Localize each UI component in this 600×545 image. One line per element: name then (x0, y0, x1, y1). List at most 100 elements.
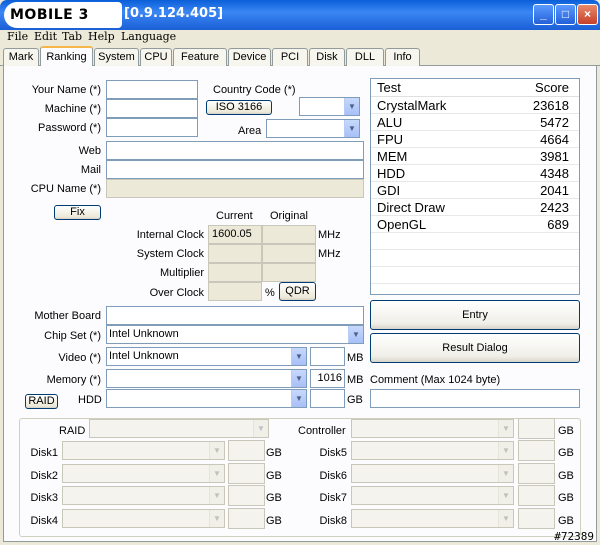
mail-input[interactable] (106, 160, 364, 179)
tab-system[interactable]: System (94, 48, 139, 66)
raid-button[interactable]: RAID (25, 394, 58, 409)
disk6-label: Disk6 (319, 470, 347, 482)
test-name: HDD (377, 166, 406, 181)
tab-cpu[interactable]: CPU (140, 48, 172, 66)
tab-info[interactable]: Info (385, 48, 420, 66)
over-clock-label: Over Clock (149, 287, 204, 299)
chevron-down-icon: ▼ (209, 442, 224, 459)
area-combo[interactable]: ▼ (266, 119, 360, 138)
qdr-button[interactable]: QDR (279, 282, 316, 301)
over-clock-unit: % (265, 287, 275, 299)
disk8-combo: ▼ (351, 509, 514, 528)
table-row[interactable]: Direct Draw 2423 (371, 199, 579, 216)
multiplier-label: Multiplier (159, 267, 204, 279)
tab-pci[interactable]: PCI (272, 48, 308, 66)
result-dialog-button[interactable]: Result Dialog (370, 333, 580, 363)
multiplier-original (262, 263, 316, 282)
your-name-input[interactable] (106, 80, 198, 99)
tab-feature[interactable]: Feature (173, 48, 227, 66)
test-name: GDI (377, 183, 401, 198)
comment-input[interactable] (370, 389, 580, 408)
entry-button[interactable]: Entry (370, 300, 580, 330)
disk2-unit: GB (266, 470, 282, 482)
area-label: Area (238, 125, 262, 137)
table-row[interactable]: CrystalMark 23618 (371, 97, 579, 114)
disk3-label: Disk3 (30, 492, 58, 504)
comment-label: Comment (Max 1024 byte) (370, 374, 501, 386)
mother-board-label: Mother Board (34, 310, 101, 322)
header-test: Test (377, 80, 401, 95)
hdd-combo[interactable]: ▼ (106, 389, 307, 408)
cpu-name-label: CPU Name (*) (30, 183, 101, 195)
table-row[interactable]: FPU 4664 (371, 131, 579, 148)
table-row[interactable]: GDI 2041 (371, 182, 579, 199)
disk4-size (228, 508, 265, 529)
table-row[interactable]: OpenGL 689 (371, 216, 579, 233)
header-score: Score (535, 80, 569, 95)
video-value: Intel Unknown (109, 350, 179, 362)
table-row[interactable]: MEM 3981 (371, 148, 579, 165)
video-label: Video (*) (58, 352, 101, 364)
disk8-unit: GB (558, 515, 574, 527)
disk1-size (228, 440, 265, 461)
internal-clock-current: 1600.05 (208, 225, 262, 244)
system-clock-original (262, 244, 316, 263)
memory-combo[interactable]: ▼ (106, 369, 307, 388)
fix-button[interactable]: Fix (54, 205, 101, 220)
menu-language[interactable]: Language (121, 30, 176, 44)
chip-set-combo[interactable]: Intel Unknown ▼ (106, 325, 364, 344)
disk5-label: Disk5 (319, 447, 347, 459)
test-score: 2423 (540, 200, 569, 215)
minimize-button[interactable]: _ (533, 4, 554, 25)
disk6-size (518, 463, 555, 484)
table-row (371, 267, 579, 284)
test-score: 5472 (540, 115, 569, 130)
raid-label: RAID (59, 425, 86, 437)
menu-file[interactable]: File (7, 30, 28, 44)
mail-label: Mail (80, 164, 101, 176)
menu-help[interactable]: Help (88, 30, 115, 44)
chevron-down-icon: ▼ (344, 98, 359, 115)
title-bar: MOBILE 3 [0.9.124.405] _ □ × (0, 0, 600, 30)
menu-tab[interactable]: Tab (62, 30, 82, 44)
memory-size-input[interactable]: 1016 (310, 369, 345, 388)
hdd-size-input[interactable] (310, 389, 345, 408)
menu-edit[interactable]: Edit (34, 30, 57, 44)
country-code-combo[interactable]: ▼ (299, 97, 360, 116)
tab-dll[interactable]: DLL (346, 48, 384, 66)
disk3-unit: GB (266, 492, 282, 504)
test-score: 23618 (532, 98, 569, 113)
maximize-button[interactable]: □ (555, 4, 576, 25)
chip-set-value: Intel Unknown (109, 328, 179, 340)
password-input[interactable] (106, 118, 198, 137)
internal-clock-original (262, 225, 316, 244)
video-combo[interactable]: Intel Unknown ▼ (106, 347, 307, 366)
machine-label: Machine (*) (44, 103, 101, 115)
web-input[interactable] (106, 141, 364, 160)
iso3166-button[interactable]: ISO 3166 (206, 100, 272, 115)
chevron-down-icon: ▼ (253, 420, 268, 437)
test-name: CrystalMark (377, 98, 447, 113)
system-clock-unit: MHz (318, 248, 341, 260)
memory-unit: MB (347, 374, 364, 386)
disk2-size (228, 463, 265, 484)
disk7-unit: GB (558, 492, 574, 504)
mother-board-input[interactable] (106, 306, 364, 325)
tab-ranking[interactable]: Ranking (40, 46, 93, 67)
country-code-label: Country Code (*) (213, 84, 296, 96)
hdd-unit: GB (347, 394, 363, 406)
test-name: OpenGL (377, 217, 427, 232)
video-size-input[interactable] (310, 347, 345, 366)
machine-input[interactable] (106, 99, 198, 118)
table-row[interactable]: HDD 4348 (371, 165, 579, 182)
tab-disk[interactable]: Disk (309, 48, 345, 66)
close-button[interactable]: × (577, 4, 598, 25)
system-clock-label: System Clock (136, 248, 204, 260)
chevron-down-icon: ▼ (344, 120, 359, 137)
table-row[interactable]: ALU 5472 (371, 114, 579, 131)
tab-mark[interactable]: Mark (3, 48, 39, 66)
tab-device[interactable]: Device (228, 48, 271, 66)
web-label: Web (78, 145, 101, 157)
disk4-unit: GB (266, 515, 282, 527)
disk7-combo: ▼ (351, 486, 514, 505)
